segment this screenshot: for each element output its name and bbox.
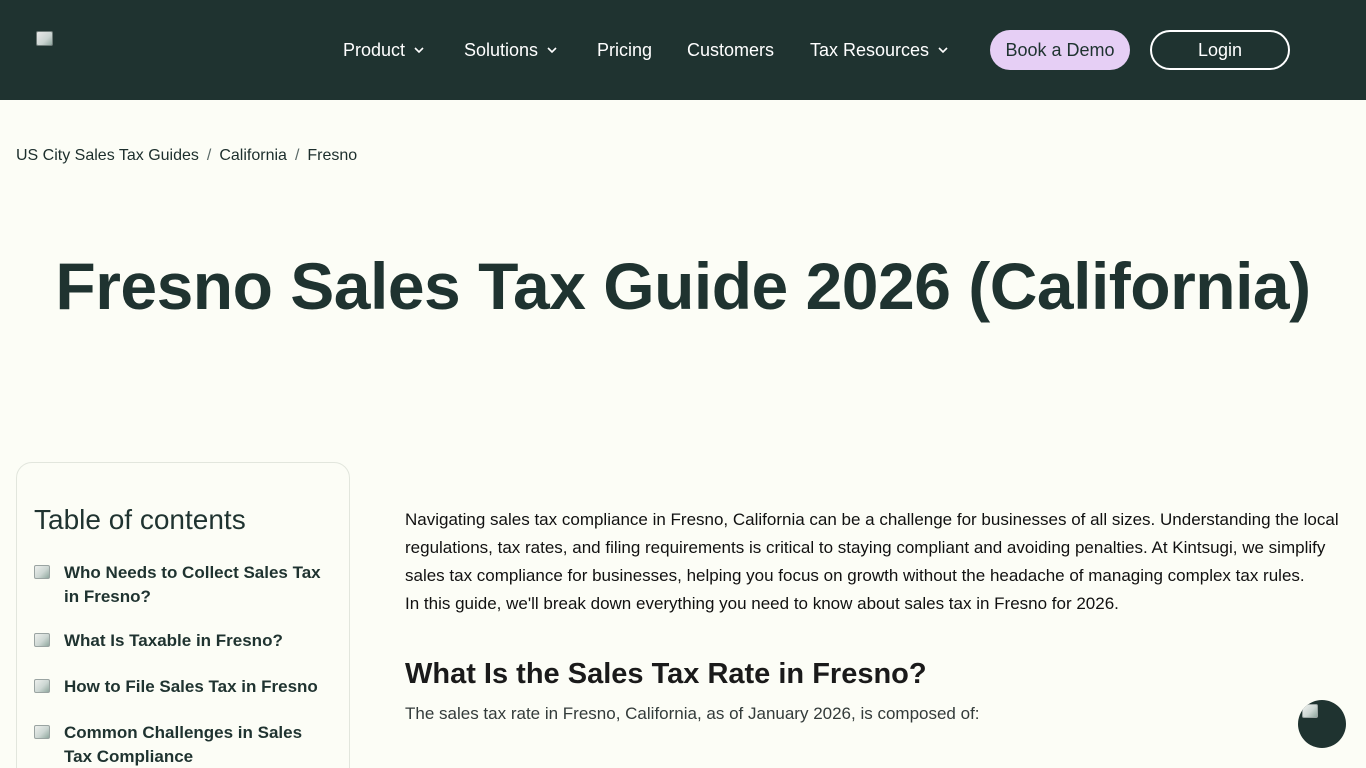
page-title: Fresno Sales Tax Guide 2026 (California) xyxy=(55,249,1311,323)
nav-product-label: Product xyxy=(343,40,406,60)
broken-image-icon xyxy=(34,565,50,579)
chat-support-button[interactable] xyxy=(1298,700,1346,748)
nav-solutions-label: Solutions xyxy=(464,40,539,60)
chevron-down-icon xyxy=(546,44,558,56)
chat-support-icon xyxy=(1302,704,1318,718)
toc-item-label: How to File Sales Tax in Fresno xyxy=(64,677,318,696)
toc-item[interactable]: Who Needs to Collect Sales Tax in Fresno… xyxy=(34,561,334,609)
breadcrumb-item-california[interactable]: California xyxy=(219,146,287,166)
breadcrumb-separator: / xyxy=(294,147,300,164)
nav-customers[interactable]: Customers xyxy=(687,38,774,62)
toc-item-label: What Is Taxable in Fresno? xyxy=(64,631,283,650)
toc-item[interactable]: What Is Taxable in Fresno? xyxy=(34,629,334,653)
guide-paragraph: In this guide, we'll break down everythi… xyxy=(405,594,1119,613)
nav-customers-label: Customers xyxy=(687,40,775,60)
broken-image-icon xyxy=(34,679,50,693)
nav-tax-resources[interactable]: Tax Resources xyxy=(810,38,949,62)
toc-item-label: Common Challenges in Sales Tax Complianc… xyxy=(64,723,303,766)
login-button[interactable]: Login xyxy=(1150,30,1290,70)
site-header: Product Solutions Pricing Customers Tax … xyxy=(0,0,1366,100)
toc-item[interactable]: Common Challenges in Sales Tax Complianc… xyxy=(34,721,334,768)
broken-image-icon xyxy=(34,633,50,647)
toc-item-label: Who Needs to Collect Sales Tax in Fresno… xyxy=(64,563,321,606)
broken-image-icon xyxy=(34,725,50,739)
nav-pricing-label: Pricing xyxy=(597,40,653,60)
chevron-down-icon xyxy=(413,44,425,56)
nav-pricing[interactable]: Pricing xyxy=(597,38,652,62)
nav-tax-resources-label: Tax Resources xyxy=(810,40,930,60)
article-body: Navigating sales tax compliance in Fresn… xyxy=(405,506,1340,618)
breadcrumb-item-city-guides[interactable]: US City Sales Tax Guides xyxy=(16,146,199,166)
table-of-contents: Table of contents Who Needs to Collect S… xyxy=(16,462,350,768)
nav-solutions[interactable]: Solutions xyxy=(464,38,558,62)
nav-product[interactable]: Product xyxy=(343,38,425,62)
intro-paragraph: Navigating sales tax compliance in Fresn… xyxy=(405,510,1339,585)
section-heading-tax-rate: What Is the Sales Tax Rate in Fresno? xyxy=(405,658,927,690)
book-demo-button[interactable]: Book a Demo xyxy=(990,30,1130,70)
breadcrumb: US City Sales Tax Guides / California / … xyxy=(16,146,357,166)
toc-item[interactable]: How to File Sales Tax in Fresno xyxy=(34,675,334,699)
breadcrumb-separator: / xyxy=(206,147,212,164)
toc-title: Table of contents xyxy=(34,504,246,535)
breadcrumb-item-current: Fresno xyxy=(307,147,358,164)
chevron-down-icon xyxy=(937,44,949,56)
rate-intro-text: The sales tax rate in Fresno, California… xyxy=(405,704,980,723)
